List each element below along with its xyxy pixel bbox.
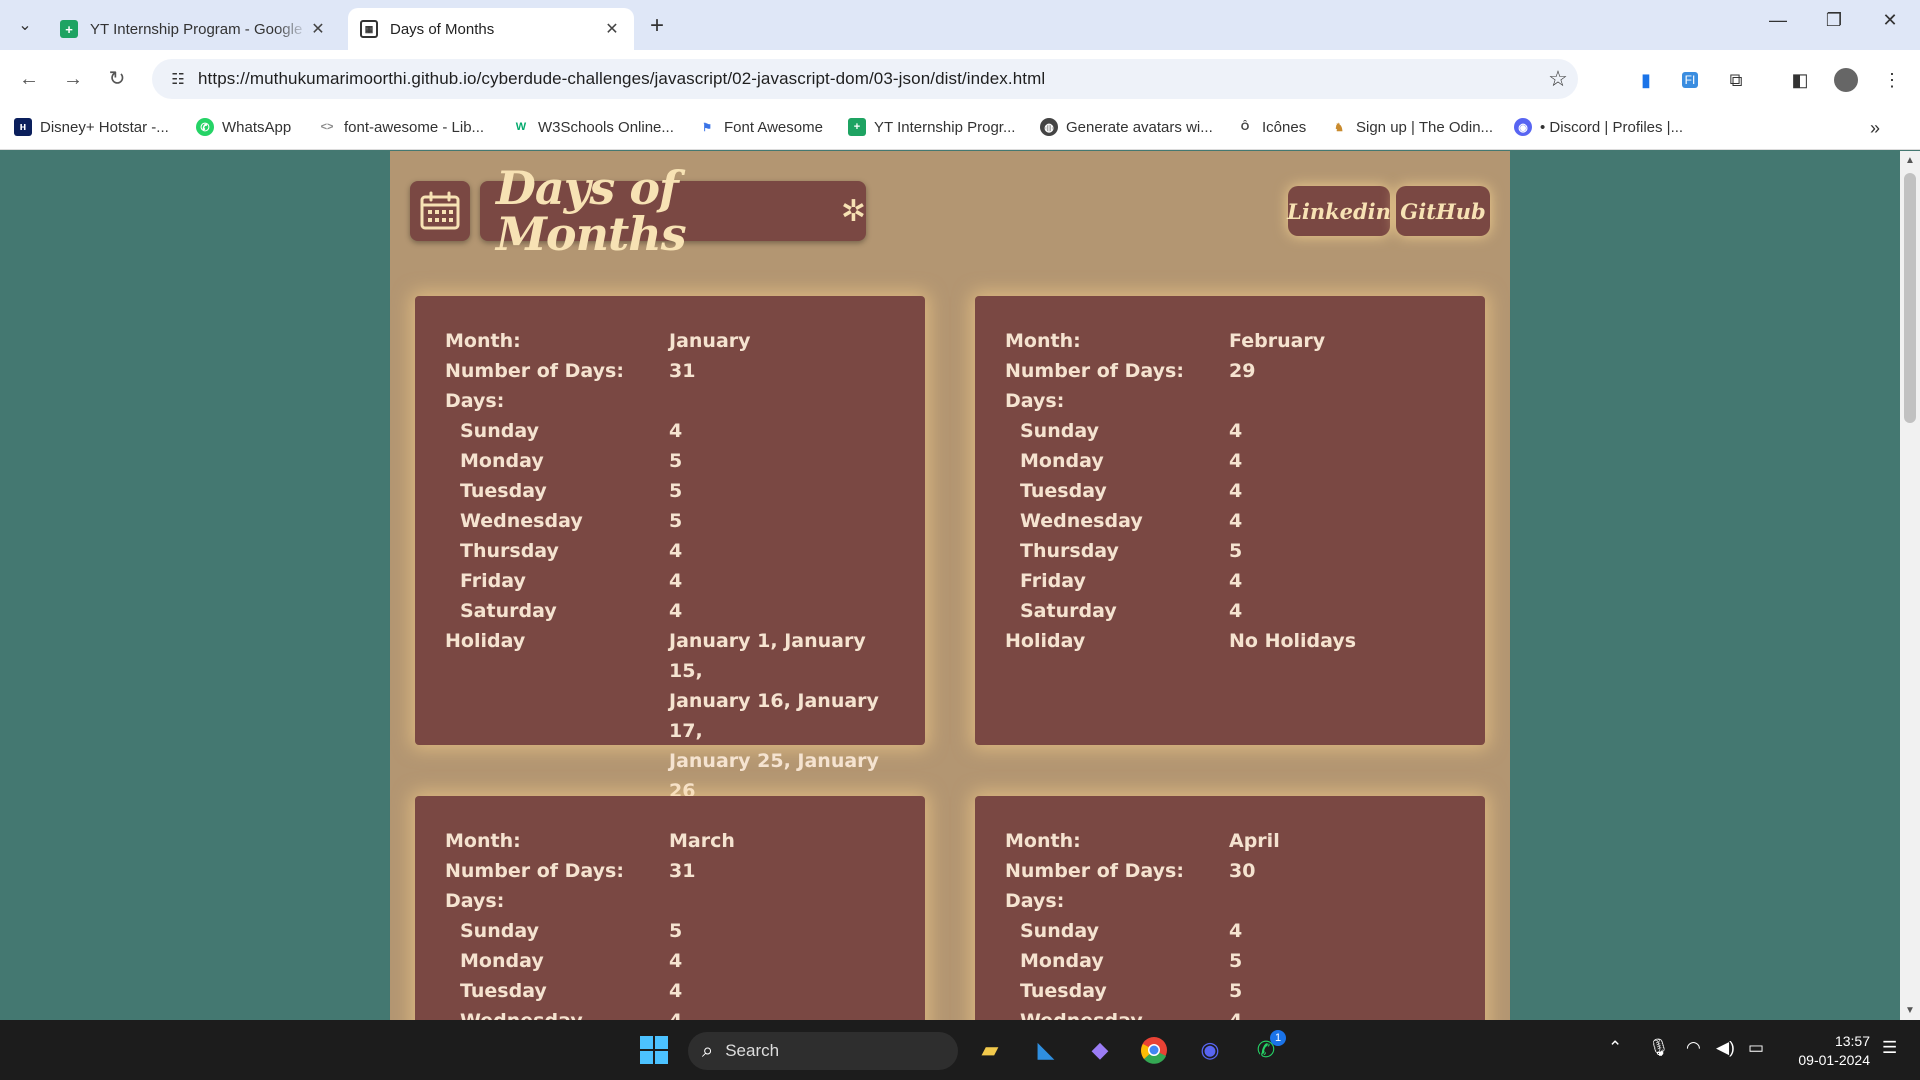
bookmark-item[interactable]: W W3Schools Online... [512,118,674,136]
extensions-puzzle-icon[interactable]: ⧉ [1722,66,1750,94]
hotstar-icon: ʜ [14,118,32,136]
page-viewport: Days of Months ✲ Linkedin GitHub Month: J… [0,151,1900,1020]
chevron-down-icon: ⌄ [18,17,32,34]
month-name: January [669,330,751,352]
num-days: 31 [669,360,696,382]
file-explorer-icon[interactable]: ▰ [970,1030,1010,1070]
bookmark-item[interactable]: <> font-awesome - Lib... [318,118,485,136]
month-card-march: Month: March Number of Days: 31 Days: Sund… [415,796,925,1020]
tab-title: Days of Months [390,20,495,38]
extension-translate-icon[interactable]: ▮ [1632,66,1660,94]
num-days: 31 [669,860,696,882]
github-button[interactable]: GitHub [1396,186,1490,236]
more-menu-icon[interactable]: ⋮ [1878,66,1906,94]
month-name: February [1229,330,1326,352]
scrollbar-thumb[interactable] [1904,173,1916,423]
profile-avatar[interactable] [1832,66,1860,94]
tab-bar: ⌄ + YT Internship Program - Google Sheet… [0,0,1920,50]
num-days: 30 [1229,860,1256,882]
sparkle-icon: ✲ [840,194,866,228]
windows-start-icon[interactable] [634,1030,674,1070]
minimize-icon[interactable]: — [1758,10,1798,31]
linkedin-button[interactable]: Linkedin [1287,186,1391,236]
bookmark-star-icon[interactable]: ☆ [1538,66,1578,92]
address-bar[interactable]: ☷ https://muthukumarimoorthi.github.io/c… [152,59,1578,99]
tab-search-button[interactable]: ⌄ [8,9,42,41]
side-panel-icon[interactable]: ◧ [1786,66,1814,94]
bookmark-item[interactable]: ◍ Generate avatars wi... [1040,118,1213,136]
tab-days-of-months[interactable]: ▦ Days of Months ✕ [348,8,634,50]
bookmarks-bar: ʜ Disney+ Hotstar -... ✆ WhatsApp <> font-a… [0,108,1920,150]
search-icon: ⌕ [702,1039,714,1062]
url-text[interactable]: https://muthukumarimoorthi.github.io/cyb… [198,69,1538,89]
bookmark-item[interactable]: Ô Icônes [1236,118,1306,136]
taskbar-search[interactable]: ⌕ Search [688,1032,958,1070]
tray-overflow-icon[interactable]: ⌃ [1608,1038,1622,1058]
notification-badge: 1 [1270,1030,1286,1046]
sheets-icon: + [848,118,866,136]
calendar-icon [410,181,470,241]
flag-icon: ⚑ [702,121,712,134]
sheets-icon: + [60,20,78,38]
notification-center-icon[interactable]: ☰ [1882,1038,1897,1058]
tab-yt-internship[interactable]: + YT Internship Program - Google Sheets … [48,8,340,50]
bookmark-item[interactable]: ʜ Disney+ Hotstar -... [14,118,169,136]
whatsapp-icon[interactable]: ✆ 1 [1246,1030,1286,1070]
discord-icon: ◉ [1514,118,1532,136]
microphone-icon[interactable]: 🎙 [1648,1038,1670,1058]
browser-toolbar: ← → ↻ ☷ https://muthukumarimoorthi.githu… [0,50,1920,108]
extension-fonts-icon[interactable]: FI [1676,66,1704,94]
holiday-list: January 1, January 15, January 16, Janua… [669,630,879,802]
reload-icon[interactable]: ↻ [102,64,132,94]
month-card-february: Month: February Number of Days: 29 Days: S… [975,296,1485,745]
calendar-icon: ▦ [360,20,378,38]
chrome-icon[interactable] [1134,1030,1174,1070]
bookmark-item[interactable]: ◉ • Discord | Profiles |... [1514,118,1683,136]
discord-icon[interactable]: ◉ [1190,1030,1230,1070]
vscode-icon[interactable]: ◣ [1026,1030,1066,1070]
close-icon[interactable]: ✕ [602,19,622,39]
more-bookmarks-icon[interactable]: » [1870,118,1880,139]
month-name: March [669,830,735,852]
odin-icon: ♞ [1334,121,1344,134]
forward-icon[interactable]: → [58,64,88,94]
page-title-box: Days of Months ✲ [480,165,866,257]
battery-icon[interactable]: ▭ [1748,1038,1764,1058]
wifi-icon[interactable]: ◠ [1686,1038,1701,1058]
close-icon[interactable]: ✕ [308,19,328,39]
obsidian-icon[interactable]: ◆ [1080,1030,1120,1070]
page-container: Days of Months ✲ Linkedin GitHub Month: J… [390,151,1510,1020]
scroll-up-icon[interactable]: ▲ [1900,155,1920,166]
bookmark-item[interactable]: ✆ WhatsApp [196,118,291,136]
site-info-icon[interactable]: ☷ [158,70,198,88]
code-icon: <> [320,121,334,133]
w3schools-icon: W [515,121,527,133]
bookmark-item[interactable]: ♞ Sign up | The Odin... [1330,118,1493,136]
page-title: Days of Months [496,161,687,261]
volume-icon[interactable]: ◀) [1716,1038,1735,1058]
month-name: April [1229,830,1280,852]
bookmark-item[interactable]: + YT Internship Progr... [848,118,1015,136]
back-icon[interactable]: ← [14,64,44,94]
num-days: 29 [1229,360,1256,382]
restore-icon[interactable]: ❐ [1814,10,1854,31]
icones-icon: Ô [1240,121,1250,133]
page-scrollbar[interactable]: ▲ ▼ [1900,151,1920,1020]
holiday-list: No Holidays [1229,630,1357,652]
month-card-april: Month: April Number of Days: 30 Days: Sund… [975,796,1485,1020]
month-card-january: Month: January Number of Days: 31 Days: Su… [415,296,925,802]
tab-title: YT Internship Program - Google Sheets [90,20,308,38]
clock[interactable]: 13:57 09-01-2024 [1780,1032,1870,1070]
taskbar: ⌕ Search ▰ ◣ ◆ ◉ ✆ 1 ⌃ 🎙 ◠ ◀) ▭ 13:57 09… [0,1020,1920,1080]
scroll-down-icon[interactable]: ▼ [1900,1005,1920,1016]
new-tab-button[interactable]: + [650,12,664,40]
globe-icon: ◍ [1040,118,1058,136]
window-close-icon[interactable]: ✕ [1870,10,1910,31]
whatsapp-icon: ✆ [196,118,214,136]
bookmark-item[interactable]: ⚑ Font Awesome [698,118,823,136]
